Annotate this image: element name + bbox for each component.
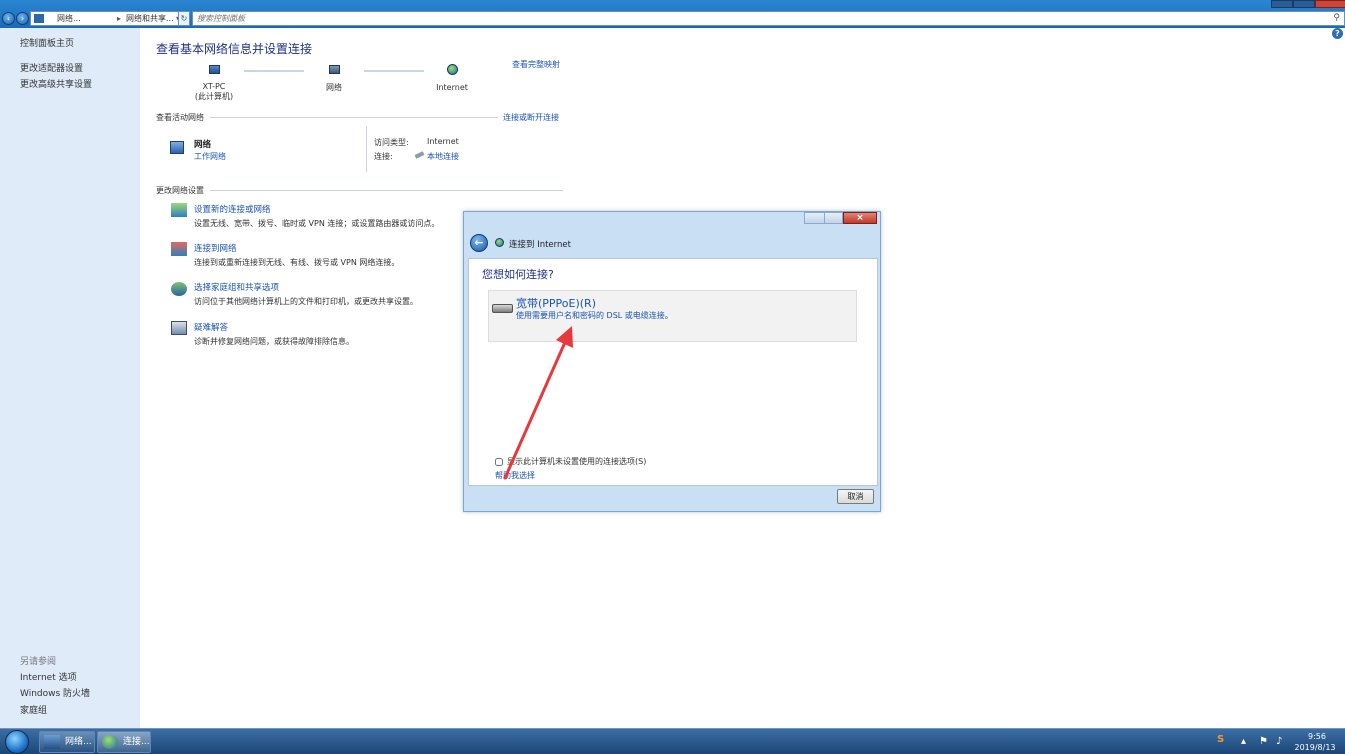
search-icon[interactable]: ⚲ [1333,13,1340,23]
task-desc: 诊断并修复网络问题，或获得故障排除信息。 [194,337,354,346]
show-options-checkbox[interactable] [495,457,503,466]
access-type-value: Internet [427,137,459,146]
help-icon[interactable]: ? [1332,28,1343,39]
page-title: 查看基本网络信息并设置连接 [156,42,313,56]
pppoe-option-title[interactable]: 宽带(PPPoE)(R) [516,295,596,311]
search-box[interactable]: ⚲ [192,11,1345,26]
taskbar-item-label: 网络... [65,737,92,747]
connect-network-icon [171,242,187,256]
map-connector [244,70,304,72]
homegroup-icon [171,282,187,296]
divider [210,190,563,191]
clock-time[interactable]: 9:56 [1297,732,1337,741]
volume-icon[interactable]: ♪ [1276,736,1282,747]
network-name: 网络 [194,140,212,150]
windows-firewall-link[interactable]: Windows 防火墙 [20,686,90,699]
show-options-checkbox-row[interactable]: 显示此计算机未设置使用的连接选项(S) [495,456,646,467]
dialog-title: 连接到 Internet [509,240,571,250]
divider [210,117,498,118]
back-icon[interactable]: ‹ [2,12,15,25]
ethernet-icon [414,151,425,159]
globe-icon [495,238,504,247]
cancel-button[interactable]: 取消 [837,489,874,504]
network-folder-icon [44,735,60,749]
dialog-question: 您想如何连接? [482,268,554,281]
change-advanced-sharing-link[interactable]: 更改高级共享设置 [20,77,92,90]
show-options-label: 显示此计算机未设置使用的连接选项(S) [507,457,647,466]
dialog-maximize-button[interactable] [824,212,843,224]
taskbar-item-connect[interactable]: 连接... [97,731,151,753]
show-hidden-icons-icon[interactable]: ▴ [1241,736,1246,747]
network-icon [170,141,184,154]
map-node-sublabel: (此计算机) [194,92,234,101]
network-icon [328,65,340,74]
task-troubleshoot-link[interactable]: 疑难解答 [194,321,228,333]
explorer-titlebar: ‹ › 网络... ▸ 网络和共享... ▾ ↻ ⚲ [0,0,1345,28]
computer-icon [208,65,220,74]
connect-internet-dialog: × ← 连接到 Internet 您想如何连接? 宽带(PPPoE)(R) 使用… [463,211,881,512]
connection-label: 连接: [374,152,393,161]
map-node-internet[interactable]: Internet [422,64,482,92]
maximize-button[interactable] [1293,0,1315,8]
back-arrow-icon[interactable]: ← [470,234,488,252]
app-tray-icon[interactable]: S [1217,734,1224,745]
map-node-label: Internet [436,83,468,92]
access-type-label: 访问类型: [374,138,409,147]
breadcrumb-separator-icon: ▸ [117,14,122,23]
task-desc: 设置无线、宽带、拨号、临时或 VPN 连接；或设置路由器或访问点。 [194,219,440,228]
search-input[interactable] [197,12,597,25]
task-homegroup-link[interactable]: 选择家庭组和共享选项 [194,281,279,293]
map-node-this-pc[interactable]: XT-PC (此计算机) [184,65,244,102]
control-panel-icon [34,14,44,23]
taskbar-item-network[interactable]: 网络... [39,731,95,753]
divider [366,126,367,172]
address-bar[interactable]: 网络... ▸ 网络和共享... ▾ [30,11,188,26]
new-connection-icon [171,203,187,217]
task-setup-connection-link[interactable]: 设置新的连接或网络 [194,203,271,215]
modem-icon [492,304,513,313]
taskbar-item-label: 连接... [123,737,150,747]
pppoe-option[interactable]: 宽带(PPPoE)(R) 使用需要用户名和密码的 DSL 或电缆连接。 [488,290,857,342]
active-networks-heading: 查看活动网络 [156,113,204,122]
task-desc: 连接到或重新连接到无线、有线、拨号或 VPN 网络连接。 [194,258,400,267]
homegroup-link[interactable]: 家庭组 [20,703,47,716]
connect-disconnect-link[interactable]: 连接或断开连接 [503,112,559,123]
dialog-body: 您想如何连接? 宽带(PPPoE)(R) 使用需要用户名和密码的 DSL 或电缆… [468,258,878,486]
change-settings-heading: 更改网络设置 [156,186,204,195]
see-also-heading: 另请参阅 [20,657,57,667]
task-desc: 访问位于其他网络计算机上的文件和打印机，或更改共享设置。 [194,297,418,306]
globe-icon [102,735,118,749]
map-node-label: XT-PC [202,82,226,91]
minimize-button[interactable] [1271,0,1293,8]
network-type-link[interactable]: 工作网络 [194,151,226,162]
dialog-minimize-button[interactable] [804,212,825,224]
refresh-icon[interactable]: ↻ [178,11,190,26]
map-connector [364,70,424,72]
task-connect-network-link[interactable]: 连接到网络 [194,242,237,254]
control-panel-home-link[interactable]: 控制面板主页 [20,36,74,49]
dialog-close-button[interactable]: × [843,212,877,224]
local-connection-link[interactable]: 本地连接 [427,151,459,162]
forward-icon[interactable]: › [16,12,29,25]
pppoe-option-desc: 使用需要用户名和密码的 DSL 或电缆连接。 [516,311,673,320]
close-button[interactable] [1315,0,1345,8]
action-center-flag-icon[interactable]: ⚑ [1259,736,1268,747]
change-adapter-settings-link[interactable]: 更改适配器设置 [20,61,83,74]
internet-options-link[interactable]: Internet 选项 [20,670,77,683]
map-node-label: 网络 [326,83,342,92]
view-full-map-link[interactable]: 查看完整映射 [512,59,560,70]
map-node-network[interactable]: 网络 [304,65,364,93]
breadcrumb-sharing-center[interactable]: 网络和共享... [126,12,174,25]
start-button[interactable] [5,730,29,754]
taskbar: 网络... 连接... S ▴ ⚑ ♪ 9:56 2019/8/13 [0,728,1345,754]
help-me-choose-link[interactable]: 帮助我选择 [495,470,535,481]
left-pane: 控制面板主页 更改适配器设置 更改高级共享设置 另请参阅 Internet 选项… [0,28,140,728]
troubleshoot-icon [171,321,187,335]
clock-date[interactable]: 2019/8/13 [1290,743,1340,752]
breadcrumb-network[interactable]: 网络... [57,12,81,25]
globe-icon [446,64,458,75]
